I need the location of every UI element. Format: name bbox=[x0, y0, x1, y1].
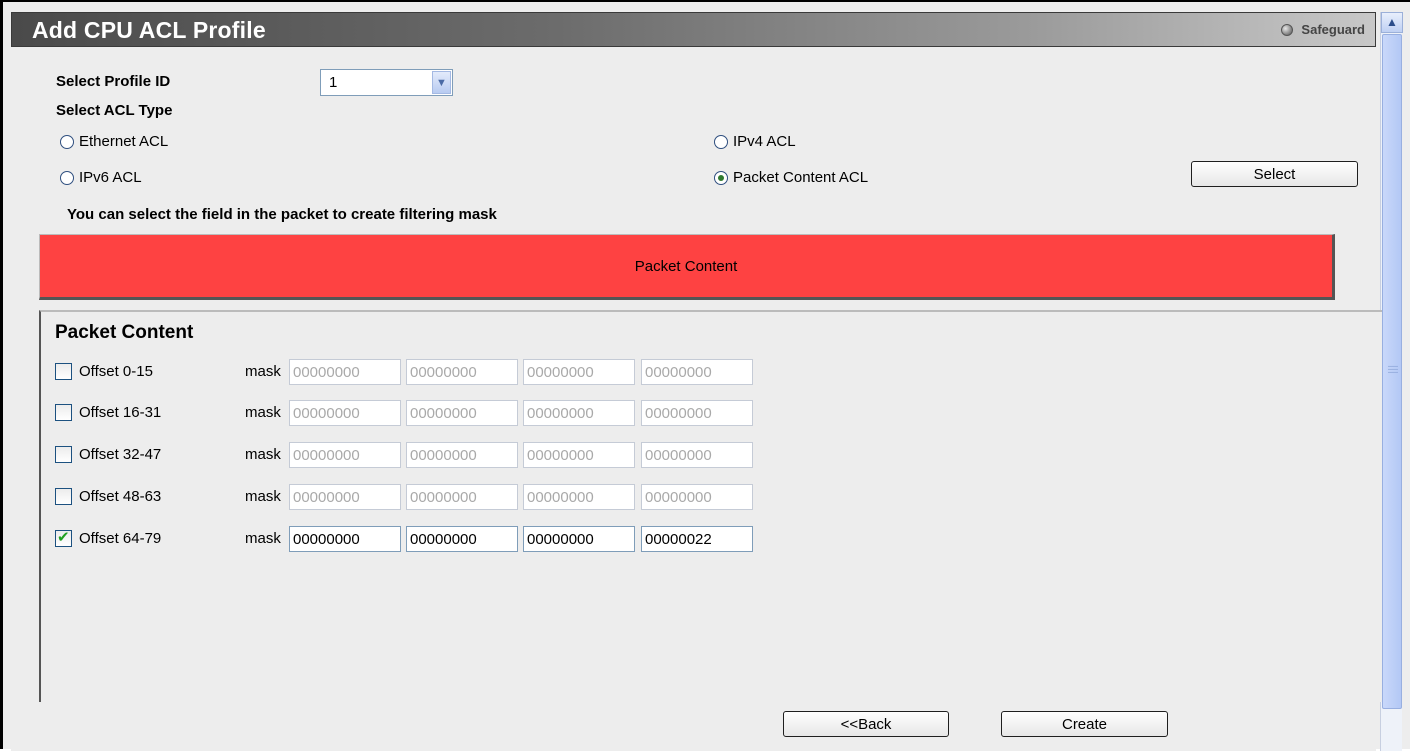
radio-ipv4-acl[interactable]: IPv4 ACL bbox=[714, 133, 796, 150]
vertical-scrollbar[interactable]: ▲ — — — bbox=[1380, 12, 1403, 751]
mask-input[interactable] bbox=[289, 400, 401, 426]
safeguard-indicator[interactable]: Safeguard bbox=[1281, 22, 1365, 37]
mask-label: mask bbox=[245, 404, 281, 421]
profile-id-select[interactable]: 1 ▼ bbox=[320, 69, 453, 96]
radio-button[interactable] bbox=[60, 134, 74, 149]
radio-label: Ethernet ACL bbox=[79, 133, 169, 150]
app-window: Add CPU ACL Profile Safeguard ▲ — — — Sele… bbox=[0, 0, 1410, 751]
create-button[interactable]: Create bbox=[1001, 711, 1168, 737]
mask-input[interactable] bbox=[406, 526, 518, 552]
page-title: Add CPU ACL Profile bbox=[32, 17, 266, 43]
mask-input[interactable] bbox=[523, 442, 635, 468]
mask-label: mask bbox=[245, 488, 281, 505]
chevron-down-icon[interactable]: ▼ bbox=[432, 71, 451, 94]
mask-input[interactable] bbox=[523, 526, 635, 552]
mask-input[interactable] bbox=[289, 484, 401, 510]
mask-input[interactable] bbox=[523, 484, 635, 510]
packet-content-field[interactable]: Packet Content bbox=[39, 234, 1335, 300]
mask-input[interactable] bbox=[406, 359, 518, 385]
mask-label: mask bbox=[245, 446, 281, 463]
mask-input[interactable] bbox=[641, 400, 753, 426]
main-content: Select Profile ID 1 ▼ Select ACL Type Et… bbox=[11, 48, 1382, 751]
offset-checkbox[interactable] bbox=[55, 446, 72, 463]
offset-label: Offset 32-47 bbox=[79, 446, 162, 463]
radio-button[interactable] bbox=[60, 170, 74, 185]
mask-input[interactable] bbox=[641, 442, 753, 468]
title-bar: Add CPU ACL Profile Safeguard bbox=[11, 12, 1376, 47]
radio-label: IPv4 ACL bbox=[733, 133, 796, 150]
mask-input[interactable] bbox=[289, 359, 401, 385]
mask-input[interactable] bbox=[289, 442, 401, 468]
mask-label: mask bbox=[245, 530, 281, 547]
acl-type-label: Select ACL Type bbox=[56, 102, 173, 119]
select-button[interactable]: Select bbox=[1191, 161, 1358, 187]
mask-input[interactable] bbox=[406, 400, 518, 426]
profile-id-value: 1 bbox=[329, 74, 338, 91]
packet-content-field-label: Packet Content bbox=[634, 257, 738, 275]
radio-button[interactable] bbox=[714, 134, 728, 149]
offset-label: Offset 48-63 bbox=[79, 488, 162, 505]
radio-button[interactable] bbox=[714, 170, 728, 185]
profile-id-label: Select Profile ID bbox=[56, 73, 171, 90]
mask-input[interactable] bbox=[641, 359, 753, 385]
mask-input[interactable] bbox=[406, 484, 518, 510]
offset-checkbox[interactable] bbox=[55, 528, 72, 547]
radio-label: IPv6 ACL bbox=[79, 169, 142, 186]
grip-icon: — — — bbox=[1388, 361, 1398, 378]
mask-input[interactable] bbox=[641, 484, 753, 510]
offset-label: Offset 64-79 bbox=[79, 530, 162, 547]
back-button[interactable]: <<Back bbox=[783, 711, 949, 737]
hint-text: You can select the field in the packet t… bbox=[67, 206, 497, 223]
mask-label: mask bbox=[245, 363, 281, 380]
radio-packet-content-acl[interactable]: Packet Content ACL bbox=[714, 169, 868, 186]
mask-input[interactable] bbox=[523, 359, 635, 385]
offset-label: Offset 16-31 bbox=[79, 404, 162, 421]
offset-label: Offset 0-15 bbox=[79, 363, 153, 380]
scroll-thumb[interactable]: — — — bbox=[1382, 34, 1402, 709]
packet-content-panel: Packet Content Offset 0-15 mask Offset 1… bbox=[39, 310, 1382, 702]
offset-checkbox[interactable] bbox=[55, 363, 72, 380]
safeguard-label: Safeguard bbox=[1301, 22, 1365, 37]
radio-ipv6-acl[interactable]: IPv6 ACL bbox=[60, 169, 142, 186]
radio-label: Packet Content ACL bbox=[733, 169, 869, 186]
scroll-up-icon[interactable]: ▲ bbox=[1381, 12, 1403, 33]
offset-checkbox[interactable] bbox=[55, 404, 72, 421]
panel-title: Packet Content bbox=[55, 322, 194, 343]
mask-input[interactable] bbox=[406, 442, 518, 468]
radio-ethernet-acl[interactable]: Ethernet ACL bbox=[60, 133, 168, 150]
mask-input[interactable] bbox=[523, 400, 635, 426]
mask-input[interactable] bbox=[641, 526, 753, 552]
offset-checkbox[interactable] bbox=[55, 488, 72, 505]
mask-input[interactable] bbox=[289, 526, 401, 552]
status-dot-icon bbox=[1281, 23, 1294, 36]
